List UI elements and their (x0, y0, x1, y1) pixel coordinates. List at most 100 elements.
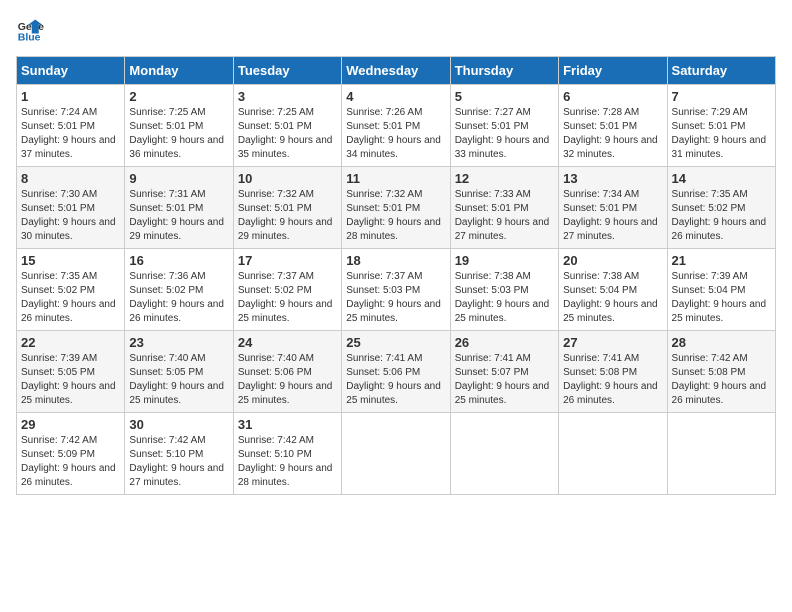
day-number: 15 (21, 253, 120, 268)
day-number: 28 (672, 335, 771, 350)
day-info: Sunrise: 7:31 AM Sunset: 5:01 PM Dayligh… (129, 188, 228, 244)
calendar-day-cell: 11 Sunrise: 7:32 AM Sunset: 5:01 PM Dayl… (342, 167, 450, 249)
day-info: Sunrise: 7:35 AM Sunset: 5:02 PM Dayligh… (21, 270, 120, 326)
calendar-day-cell: 23 Sunrise: 7:40 AM Sunset: 5:05 PM Dayl… (125, 331, 233, 413)
day-number: 19 (455, 253, 554, 268)
day-info: Sunrise: 7:38 AM Sunset: 5:03 PM Dayligh… (455, 270, 554, 326)
day-info: Sunrise: 7:37 AM Sunset: 5:03 PM Dayligh… (346, 270, 445, 326)
calendar-week-row: 22 Sunrise: 7:39 AM Sunset: 5:05 PM Dayl… (17, 331, 776, 413)
calendar-day-cell: 10 Sunrise: 7:32 AM Sunset: 5:01 PM Dayl… (233, 167, 341, 249)
calendar-day-cell: 9 Sunrise: 7:31 AM Sunset: 5:01 PM Dayli… (125, 167, 233, 249)
day-number: 24 (238, 335, 337, 350)
day-number: 5 (455, 89, 554, 104)
calendar-day-cell (450, 413, 558, 495)
weekday-header: Saturday (667, 57, 775, 85)
day-number: 27 (563, 335, 662, 350)
weekday-header: Monday (125, 57, 233, 85)
day-info: Sunrise: 7:41 AM Sunset: 5:06 PM Dayligh… (346, 352, 445, 408)
day-number: 12 (455, 171, 554, 186)
day-info: Sunrise: 7:42 AM Sunset: 5:09 PM Dayligh… (21, 434, 120, 490)
day-number: 9 (129, 171, 228, 186)
calendar-week-row: 1 Sunrise: 7:24 AM Sunset: 5:01 PM Dayli… (17, 85, 776, 167)
weekday-header: Wednesday (342, 57, 450, 85)
day-info: Sunrise: 7:36 AM Sunset: 5:02 PM Dayligh… (129, 270, 228, 326)
weekday-header-row: SundayMondayTuesdayWednesdayThursdayFrid… (17, 57, 776, 85)
day-info: Sunrise: 7:41 AM Sunset: 5:08 PM Dayligh… (563, 352, 662, 408)
calendar-day-cell: 21 Sunrise: 7:39 AM Sunset: 5:04 PM Dayl… (667, 249, 775, 331)
day-info: Sunrise: 7:25 AM Sunset: 5:01 PM Dayligh… (238, 106, 337, 162)
calendar-day-cell (559, 413, 667, 495)
day-info: Sunrise: 7:42 AM Sunset: 5:10 PM Dayligh… (238, 434, 337, 490)
day-info: Sunrise: 7:32 AM Sunset: 5:01 PM Dayligh… (238, 188, 337, 244)
day-info: Sunrise: 7:37 AM Sunset: 5:02 PM Dayligh… (238, 270, 337, 326)
calendar-day-cell: 6 Sunrise: 7:28 AM Sunset: 5:01 PM Dayli… (559, 85, 667, 167)
day-number: 23 (129, 335, 228, 350)
calendar-day-cell: 8 Sunrise: 7:30 AM Sunset: 5:01 PM Dayli… (17, 167, 125, 249)
day-number: 6 (563, 89, 662, 104)
day-number: 22 (21, 335, 120, 350)
calendar-day-cell: 31 Sunrise: 7:42 AM Sunset: 5:10 PM Dayl… (233, 413, 341, 495)
day-number: 8 (21, 171, 120, 186)
day-number: 26 (455, 335, 554, 350)
logo: General Blue (16, 16, 48, 44)
calendar-day-cell (667, 413, 775, 495)
calendar-day-cell: 28 Sunrise: 7:42 AM Sunset: 5:08 PM Dayl… (667, 331, 775, 413)
day-info: Sunrise: 7:40 AM Sunset: 5:05 PM Dayligh… (129, 352, 228, 408)
calendar-day-cell: 1 Sunrise: 7:24 AM Sunset: 5:01 PM Dayli… (17, 85, 125, 167)
day-info: Sunrise: 7:29 AM Sunset: 5:01 PM Dayligh… (672, 106, 771, 162)
calendar-day-cell: 29 Sunrise: 7:42 AM Sunset: 5:09 PM Dayl… (17, 413, 125, 495)
page-header: General Blue (16, 16, 776, 44)
day-info: Sunrise: 7:28 AM Sunset: 5:01 PM Dayligh… (563, 106, 662, 162)
weekday-header: Tuesday (233, 57, 341, 85)
day-info: Sunrise: 7:42 AM Sunset: 5:10 PM Dayligh… (129, 434, 228, 490)
calendar-day-cell: 15 Sunrise: 7:35 AM Sunset: 5:02 PM Dayl… (17, 249, 125, 331)
calendar-week-row: 15 Sunrise: 7:35 AM Sunset: 5:02 PM Dayl… (17, 249, 776, 331)
day-info: Sunrise: 7:39 AM Sunset: 5:05 PM Dayligh… (21, 352, 120, 408)
day-info: Sunrise: 7:41 AM Sunset: 5:07 PM Dayligh… (455, 352, 554, 408)
calendar-day-cell: 2 Sunrise: 7:25 AM Sunset: 5:01 PM Dayli… (125, 85, 233, 167)
calendar-week-row: 8 Sunrise: 7:30 AM Sunset: 5:01 PM Dayli… (17, 167, 776, 249)
day-info: Sunrise: 7:35 AM Sunset: 5:02 PM Dayligh… (672, 188, 771, 244)
calendar-day-cell: 20 Sunrise: 7:38 AM Sunset: 5:04 PM Dayl… (559, 249, 667, 331)
day-info: Sunrise: 7:30 AM Sunset: 5:01 PM Dayligh… (21, 188, 120, 244)
day-info: Sunrise: 7:25 AM Sunset: 5:01 PM Dayligh… (129, 106, 228, 162)
calendar-day-cell: 24 Sunrise: 7:40 AM Sunset: 5:06 PM Dayl… (233, 331, 341, 413)
day-info: Sunrise: 7:24 AM Sunset: 5:01 PM Dayligh… (21, 106, 120, 162)
calendar-day-cell (342, 413, 450, 495)
calendar-day-cell: 12 Sunrise: 7:33 AM Sunset: 5:01 PM Dayl… (450, 167, 558, 249)
day-info: Sunrise: 7:40 AM Sunset: 5:06 PM Dayligh… (238, 352, 337, 408)
calendar-week-row: 29 Sunrise: 7:42 AM Sunset: 5:09 PM Dayl… (17, 413, 776, 495)
day-number: 13 (563, 171, 662, 186)
day-info: Sunrise: 7:38 AM Sunset: 5:04 PM Dayligh… (563, 270, 662, 326)
calendar-day-cell: 17 Sunrise: 7:37 AM Sunset: 5:02 PM Dayl… (233, 249, 341, 331)
calendar-day-cell: 3 Sunrise: 7:25 AM Sunset: 5:01 PM Dayli… (233, 85, 341, 167)
day-info: Sunrise: 7:42 AM Sunset: 5:08 PM Dayligh… (672, 352, 771, 408)
day-number: 11 (346, 171, 445, 186)
day-number: 20 (563, 253, 662, 268)
day-number: 21 (672, 253, 771, 268)
day-number: 14 (672, 171, 771, 186)
weekday-header: Friday (559, 57, 667, 85)
day-info: Sunrise: 7:26 AM Sunset: 5:01 PM Dayligh… (346, 106, 445, 162)
calendar-day-cell: 4 Sunrise: 7:26 AM Sunset: 5:01 PM Dayli… (342, 85, 450, 167)
day-number: 3 (238, 89, 337, 104)
calendar-table: SundayMondayTuesdayWednesdayThursdayFrid… (16, 56, 776, 495)
day-info: Sunrise: 7:33 AM Sunset: 5:01 PM Dayligh… (455, 188, 554, 244)
day-number: 18 (346, 253, 445, 268)
weekday-header: Sunday (17, 57, 125, 85)
weekday-header: Thursday (450, 57, 558, 85)
calendar-day-cell: 30 Sunrise: 7:42 AM Sunset: 5:10 PM Dayl… (125, 413, 233, 495)
day-number: 25 (346, 335, 445, 350)
calendar-day-cell: 5 Sunrise: 7:27 AM Sunset: 5:01 PM Dayli… (450, 85, 558, 167)
calendar-day-cell: 16 Sunrise: 7:36 AM Sunset: 5:02 PM Dayl… (125, 249, 233, 331)
logo-icon: General Blue (16, 16, 44, 44)
calendar-day-cell: 13 Sunrise: 7:34 AM Sunset: 5:01 PM Dayl… (559, 167, 667, 249)
calendar-day-cell: 19 Sunrise: 7:38 AM Sunset: 5:03 PM Dayl… (450, 249, 558, 331)
calendar-day-cell: 14 Sunrise: 7:35 AM Sunset: 5:02 PM Dayl… (667, 167, 775, 249)
day-number: 29 (21, 417, 120, 432)
day-info: Sunrise: 7:32 AM Sunset: 5:01 PM Dayligh… (346, 188, 445, 244)
calendar-day-cell: 27 Sunrise: 7:41 AM Sunset: 5:08 PM Dayl… (559, 331, 667, 413)
day-number: 16 (129, 253, 228, 268)
day-info: Sunrise: 7:39 AM Sunset: 5:04 PM Dayligh… (672, 270, 771, 326)
day-number: 17 (238, 253, 337, 268)
